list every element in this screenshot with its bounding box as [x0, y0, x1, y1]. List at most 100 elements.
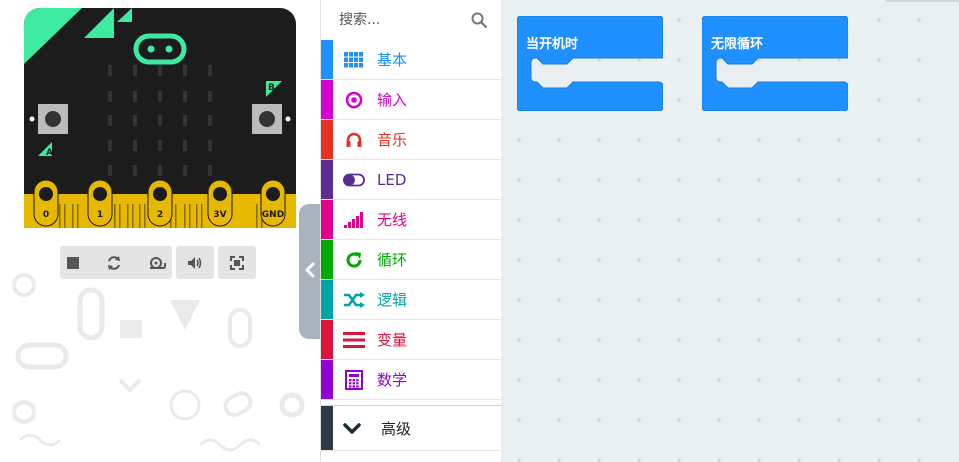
fullscreen-button[interactable] [218, 246, 256, 279]
category-label: 无线 [377, 211, 408, 229]
led-pixel[interactable] [183, 115, 187, 126]
slow-motion-icon[interactable] [148, 255, 166, 271]
toolbox-category[interactable]: 逻辑 [321, 280, 501, 320]
led-pixel[interactable] [183, 65, 187, 76]
target-icon [343, 90, 365, 110]
toolbox-category[interactable]: 变量 [321, 320, 501, 360]
category-color-bar [321, 40, 333, 79]
toolbox-category[interactable]: 音乐 [321, 120, 501, 160]
pin-0[interactable]: 0 [33, 179, 59, 227]
on-start-block-shape [516, 15, 664, 112]
led-pixel[interactable] [208, 115, 212, 126]
led-pixel[interactable] [183, 140, 187, 151]
pin-label: 2 [157, 210, 163, 220]
category-list: 基本输入音乐 LED 无线循环逻辑变量数学 [321, 40, 501, 400]
category-label: 逻辑 [377, 291, 408, 309]
pin-2[interactable]: 2 [147, 179, 173, 227]
headphones-icon [343, 130, 365, 150]
list-icon [343, 330, 365, 350]
category-label: 基本 [377, 51, 408, 69]
toolbox: 基本输入音乐 LED 无线循环逻辑变量数学 高级 [320, 0, 502, 462]
button-b-label: B [268, 83, 275, 93]
led-pixel[interactable] [208, 165, 212, 176]
button-a-label: A [46, 148, 53, 158]
refresh-icon [343, 250, 365, 270]
pin-1[interactable]: 1 [87, 179, 113, 227]
category-label: 输入 [377, 91, 408, 109]
pin-3v[interactable]: 3V [207, 179, 233, 227]
led-pixel[interactable] [208, 91, 212, 102]
toolbox-category[interactable]: 基本 [321, 40, 501, 80]
workspace-scrollbar[interactable] [885, 0, 959, 2]
forever-block[interactable]: 无限循环 [701, 15, 849, 112]
category-color-bar [321, 406, 333, 450]
sound-button[interactable] [176, 246, 214, 279]
fullscreen-icon [230, 255, 244, 270]
led-pixel[interactable] [133, 140, 137, 151]
led-pixel[interactable] [108, 115, 112, 126]
collapse-simulator-button[interactable] [299, 204, 321, 339]
microbit-board[interactable]: A B 0 1 2 3V GND [24, 8, 296, 228]
grid-icon [343, 50, 365, 70]
category-color-bar [321, 120, 333, 159]
led-pixel[interactable] [183, 165, 187, 176]
led-pixel[interactable] [158, 65, 162, 76]
makecode-editor: A B 0 1 2 3V GND 搜索... 基本 输入 音乐 LED 无线 循环… [0, 0, 959, 462]
block-title: 无限循环 [711, 37, 764, 52]
sound-icon [187, 256, 203, 270]
pin-label: 1 [97, 210, 103, 220]
toolbox-category[interactable]: 无线 [321, 200, 501, 240]
pin-label: 3V [213, 210, 226, 220]
stop-icon[interactable] [66, 256, 80, 270]
toolbox-search [321, 0, 501, 40]
toolbox-category-advanced[interactable]: 高级 [321, 405, 502, 451]
led-pixel[interactable] [108, 65, 112, 76]
led-pixel[interactable] [133, 65, 137, 76]
pin-label: GND [262, 210, 284, 220]
led-pixel[interactable] [108, 165, 112, 176]
toolbox-category[interactable]: 数学 [321, 360, 501, 400]
block-title: 当开机时 [526, 37, 579, 52]
led-pixel[interactable] [158, 165, 162, 176]
search-icon[interactable] [471, 12, 488, 32]
led-pixel[interactable] [133, 91, 137, 102]
led-pixel[interactable] [133, 165, 137, 176]
pin-gnd[interactable]: GND [260, 179, 286, 227]
toggle-icon [343, 170, 365, 190]
category-color-bar [321, 240, 333, 279]
chevron-left-icon [305, 262, 315, 282]
category-label: 数学 [377, 371, 408, 389]
category-label: 音乐 [377, 131, 408, 149]
category-color-bar [321, 80, 333, 119]
category-color-bar [321, 280, 333, 319]
toolbox-category[interactable]: LED [321, 160, 501, 200]
simulator-panel: A B 0 1 2 3V GND [0, 0, 320, 462]
sim-button-group [60, 246, 172, 279]
category-label: 高级 [381, 419, 412, 438]
led-pixel[interactable] [208, 140, 212, 151]
pin-label: 0 [43, 210, 49, 220]
search-input[interactable] [339, 12, 459, 28]
restart-icon[interactable] [106, 255, 122, 271]
led-pixel[interactable] [208, 65, 212, 76]
shuffle-icon [343, 290, 365, 310]
led-pixel[interactable] [183, 91, 187, 102]
category-label: 循环 [377, 251, 408, 269]
blocks-workspace[interactable]: 当开机时 无限循环 [501, 0, 959, 462]
toolbox-category[interactable]: 循环 [321, 240, 501, 280]
toolbox-category[interactable]: 输入 [321, 80, 501, 120]
led-pixel[interactable] [158, 140, 162, 151]
simulator-controls [60, 246, 256, 279]
led-pixel[interactable] [133, 115, 137, 126]
signal-icon [343, 210, 365, 230]
category-color-bar [321, 360, 333, 399]
calculator-icon [343, 370, 365, 390]
on-start-block[interactable]: 当开机时 [516, 15, 664, 112]
led-pixel[interactable] [158, 115, 162, 126]
led-pixel[interactable] [108, 140, 112, 151]
category-color-bar [321, 320, 333, 359]
forever-block-shape [701, 15, 849, 112]
category-label: LED [377, 170, 407, 189]
led-pixel[interactable] [108, 91, 112, 102]
led-pixel[interactable] [158, 91, 162, 102]
